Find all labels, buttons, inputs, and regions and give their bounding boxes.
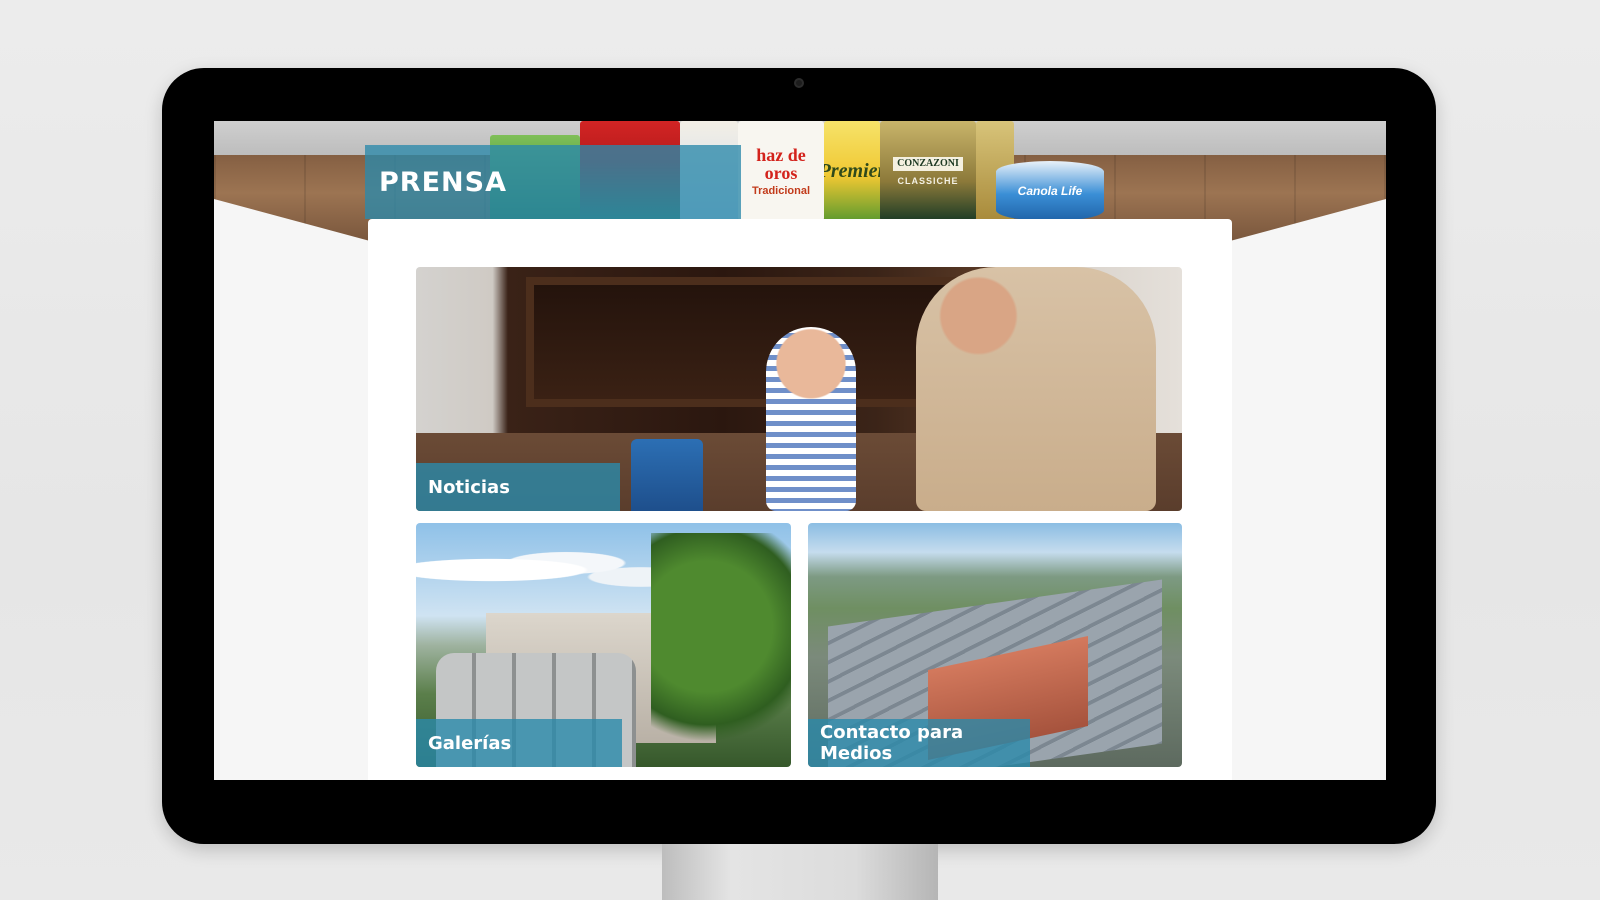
tile-galerias[interactable]: Galerías: [416, 523, 791, 767]
tile-noticias[interactable]: Noticias: [416, 267, 1182, 511]
monitor-stand: [662, 844, 938, 900]
photo-trees: [651, 533, 791, 767]
browser-viewport: haz de oros Tradicional Premier CONZAZON…: [214, 121, 1386, 780]
product-name: CONZAZONI: [893, 156, 963, 171]
tile-label-box: Noticias: [416, 463, 620, 511]
tile-label: Noticias: [428, 476, 510, 498]
product-package: Canola Life: [996, 161, 1104, 221]
product-package: Premier: [824, 121, 880, 221]
photo-girl: [766, 327, 856, 511]
product-name: haz de oros: [756, 144, 806, 183]
product-subname: CLASSICHE: [897, 175, 959, 186]
tile-label-box: Galerías: [416, 719, 622, 767]
photo-cookie-bag: [631, 439, 703, 511]
tile-label: Galerías: [428, 732, 512, 754]
product-subname: Tradicional: [751, 184, 811, 197]
product-name: Premier: [824, 160, 880, 182]
product-name: Canola Life: [1017, 184, 1083, 198]
webcam-icon: [794, 78, 804, 88]
page-title-box: PRENSA: [365, 145, 741, 219]
hero-shape-right: [1230, 199, 1386, 241]
product-package: CONZAZONI CLASSICHE: [880, 121, 976, 221]
hero-shape-left: [214, 199, 370, 241]
tile-label: Contacto para Medios: [820, 722, 964, 764]
content-card: Noticias Galerías Contacto para Medios: [368, 219, 1232, 780]
photo-man: [916, 267, 1156, 511]
product-package: haz de oros Tradicional: [738, 121, 824, 221]
tile-label-box: Contacto para Medios: [808, 719, 1030, 767]
page-title: PRENSA: [379, 166, 507, 198]
tile-contacto-medios[interactable]: Contacto para Medios: [808, 523, 1182, 767]
